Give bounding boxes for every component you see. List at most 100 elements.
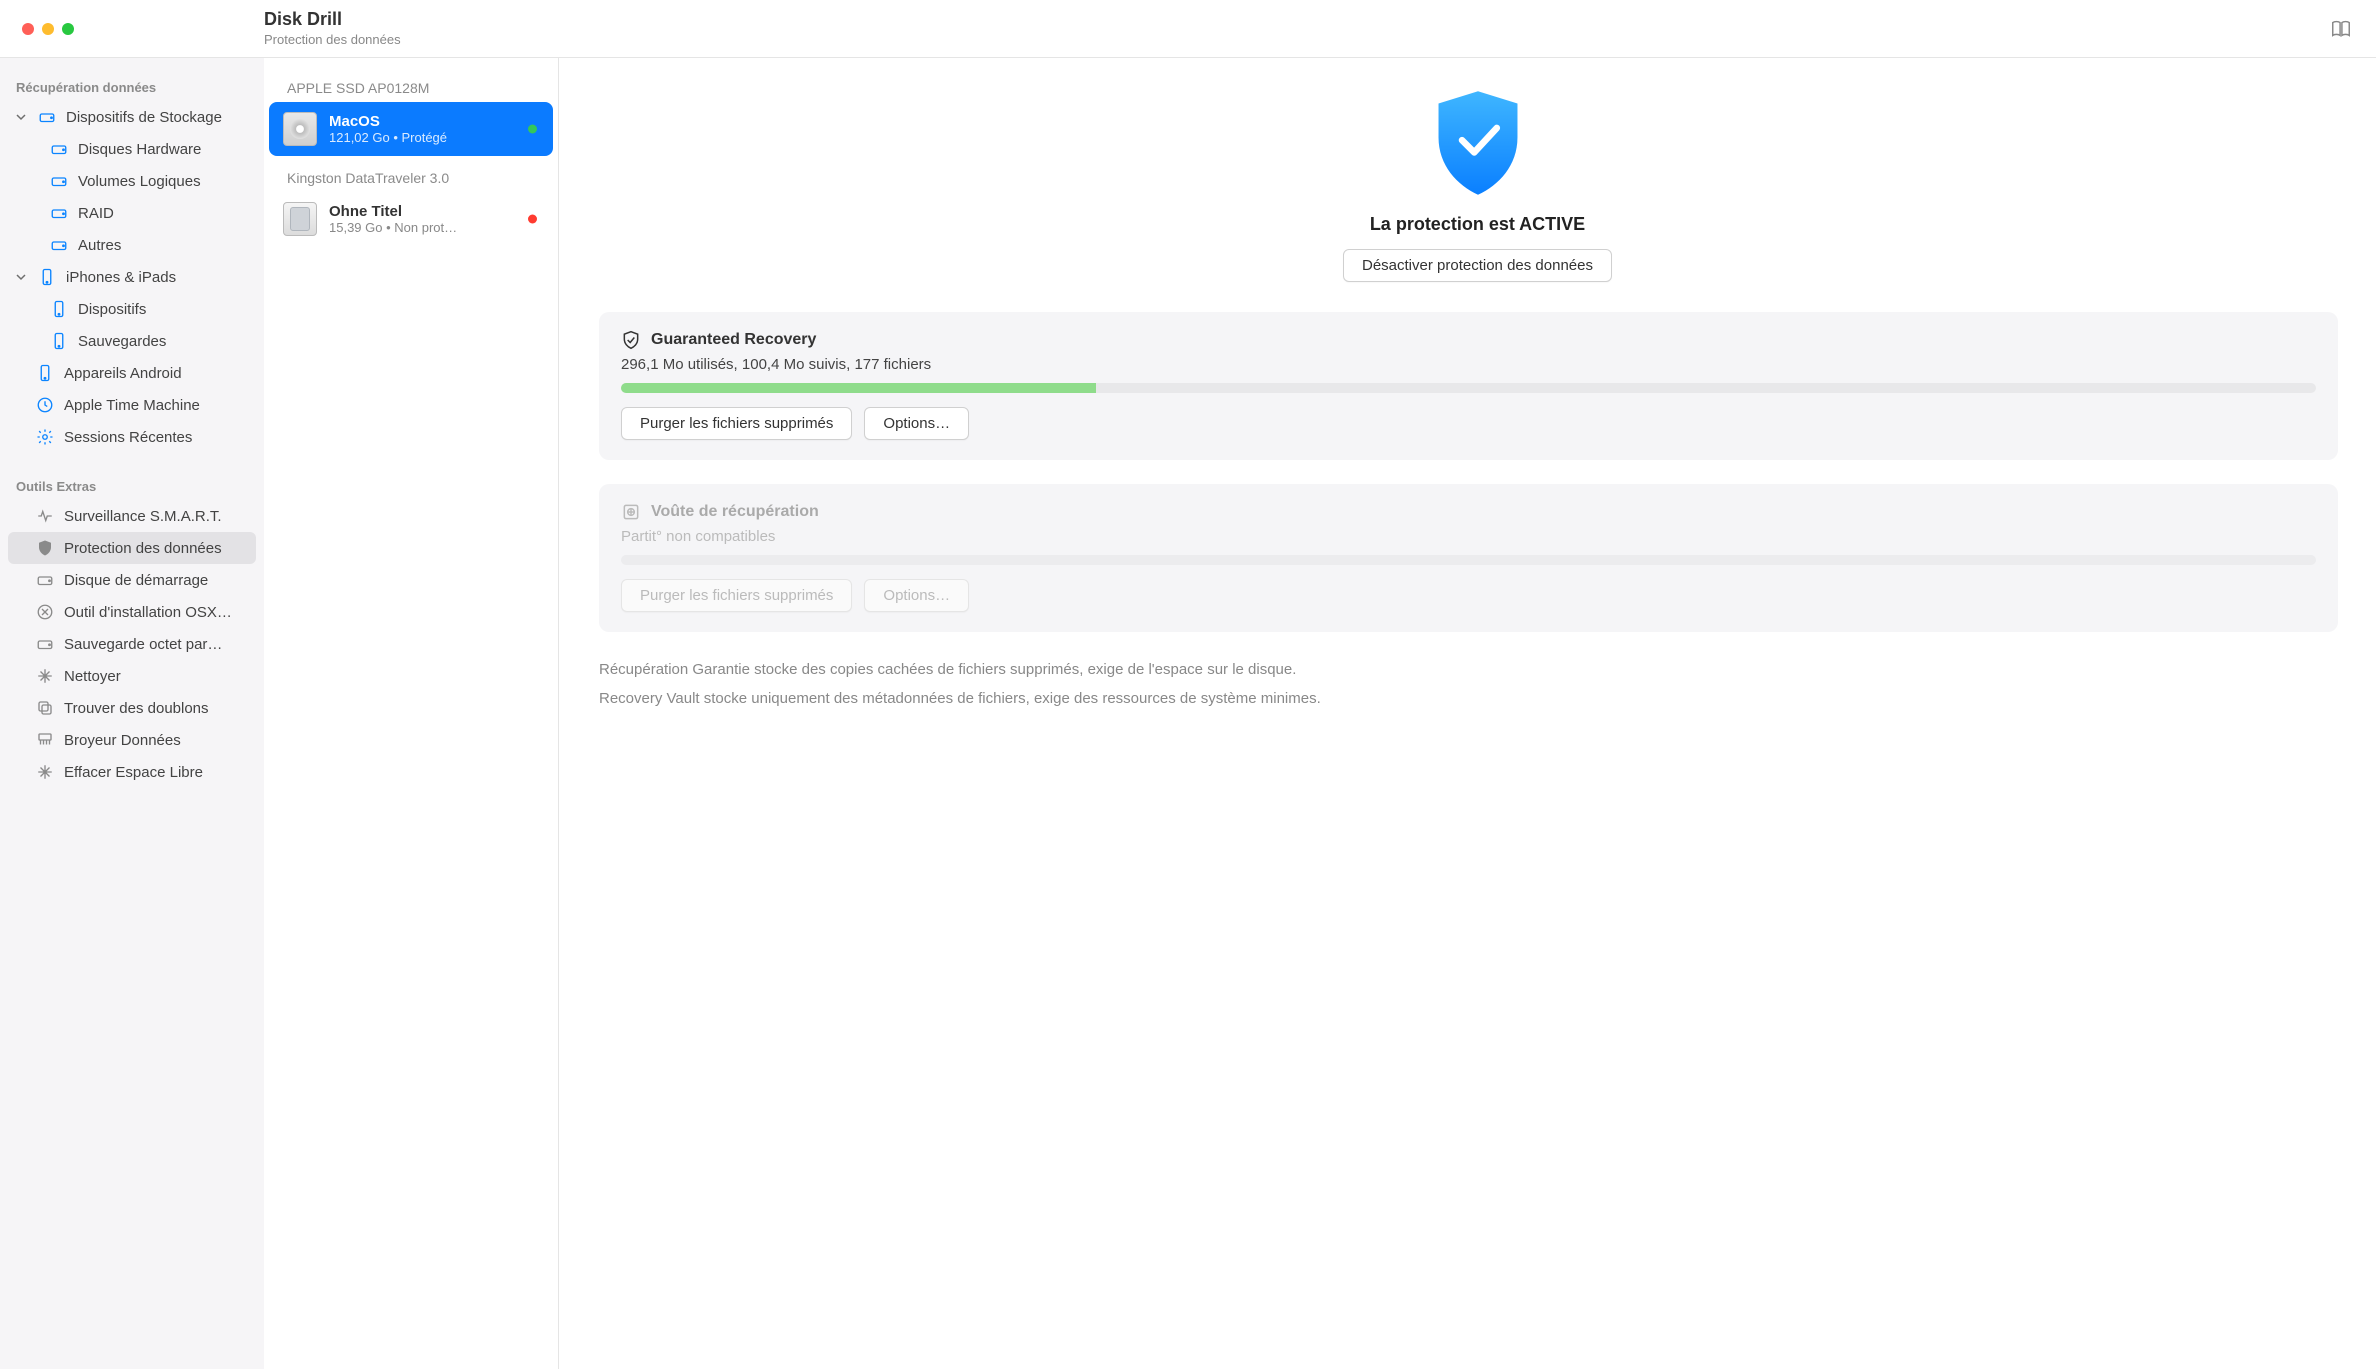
sidebar-item-label: Outil d'installation OSX… <box>64 604 246 621</box>
card-title: Guaranteed Recovery <box>651 331 816 349</box>
drive-name: Ohne Titel <box>329 203 457 220</box>
sidebar-item-label: Dispositifs <box>78 301 246 318</box>
sidebar-item-label: Apple Time Machine <box>64 397 246 414</box>
clock-icon <box>36 396 54 414</box>
drive-group-header: Kingston DataTraveler 3.0 <box>269 162 553 192</box>
drive-item-macos[interactable]: MacOS 121,02 Go • Protégé <box>269 102 553 156</box>
footer-line-1: Récupération Garantie stocke des copies … <box>599 656 2338 685</box>
sidebar-item-osx-installer[interactable]: Outil d'installation OSX… <box>8 596 256 628</box>
drive-icon <box>38 108 56 126</box>
drive-icon <box>50 236 68 254</box>
sidebar-item-hardware-disks[interactable]: Disques Hardware <box>8 133 256 165</box>
drive-subtitle: 15,39 Go • Non prot… <box>329 220 457 235</box>
sidebar-item-time-machine[interactable]: Apple Time Machine <box>8 389 256 421</box>
purge-deleted-files-button-disabled: Purger les fichiers supprimés <box>621 579 852 612</box>
sidebar-item-label: iPhones & iPads <box>66 269 246 286</box>
shield-outline-icon <box>621 330 641 350</box>
sparkle-icon <box>36 667 54 685</box>
sidebar-item-backups[interactable]: Sauvegardes <box>8 325 256 357</box>
sidebar-item-label: Nettoyer <box>64 668 246 685</box>
title-block: Disk Drill Protection des données <box>264 10 401 47</box>
app-title: Disk Drill <box>264 10 401 30</box>
sidebar-item-data-protection[interactable]: Protection des données <box>8 532 256 564</box>
sidebar-item-label: Sauvegarde octet par… <box>64 636 246 653</box>
sidebar-item-label: Surveillance S.M.A.R.T. <box>64 508 246 525</box>
sidebar-item-label: Sauvegardes <box>78 333 246 350</box>
phone-icon <box>38 268 56 286</box>
options-button-disabled: Options… <box>864 579 969 612</box>
help-button[interactable] <box>2330 18 2376 40</box>
phone-icon <box>50 300 68 318</box>
x-circle-icon <box>36 603 54 621</box>
protection-hero: La protection est ACTIVE Désactiver prot… <box>599 88 2356 282</box>
card-stats: Partit° non compatibles <box>621 528 2316 545</box>
heartbeat-icon <box>36 507 54 525</box>
sidebar-item-label: Broyeur Données <box>64 732 246 749</box>
phone-icon <box>36 364 54 382</box>
footer-note: Récupération Garantie stocke des copies … <box>599 656 2338 713</box>
shield-check-icon <box>1431 88 1525 198</box>
sidebar-item-label: Volumes Logiques <box>78 173 246 190</box>
gear-icon <box>36 428 54 446</box>
sidebar-item-byte-backup[interactable]: Sauvegarde octet par… <box>8 628 256 660</box>
sidebar-item-logical-volumes[interactable]: Volumes Logiques <box>8 165 256 197</box>
drive-name: MacOS <box>329 113 447 130</box>
purge-deleted-files-button[interactable]: Purger les fichiers supprimés <box>621 407 852 440</box>
sidebar-item-label: Dispositifs de Stockage <box>66 109 246 126</box>
sidebar-item-shredder[interactable]: Broyeur Données <box>8 724 256 756</box>
sidebar-item-raid[interactable]: RAID <box>8 197 256 229</box>
sidebar: Récupération données Dispositifs de Stoc… <box>0 58 264 1369</box>
titlebar: Disk Drill Protection des données <box>0 0 2376 58</box>
sidebar-item-devices[interactable]: Dispositifs <box>8 293 256 325</box>
status-dot-protected <box>528 125 537 134</box>
drive-icon <box>36 635 54 653</box>
sidebar-item-label: Sessions Récentes <box>64 429 246 446</box>
sidebar-section-recovery: Récupération données <box>8 72 256 101</box>
sidebar-item-storage-devices[interactable]: Dispositifs de Stockage <box>8 101 256 133</box>
drive-subtitle: 121,02 Go • Protégé <box>329 130 447 145</box>
sidebar-item-label: Disques Hardware <box>78 141 246 158</box>
sidebar-item-label: Autres <box>78 237 246 254</box>
sidebar-item-label: Effacer Espace Libre <box>64 764 246 781</box>
sidebar-item-other[interactable]: Autres <box>8 229 256 261</box>
sidebar-item-label: Trouver des doublons <box>64 700 246 717</box>
vault-icon <box>621 502 641 522</box>
guaranteed-recovery-card: Guaranteed Recovery 296,1 Mo utilisés, 1… <box>599 312 2338 460</box>
protection-status-title: La protection est ACTIVE <box>599 214 2356 235</box>
drive-icon <box>36 571 54 589</box>
drive-icon <box>50 204 68 222</box>
sidebar-section-tools: Outils Extras <box>8 471 256 500</box>
shredder-icon <box>36 731 54 749</box>
zoom-window-button[interactable] <box>62 23 74 35</box>
shield-icon <box>36 539 54 557</box>
external-disk-icon <box>283 202 317 236</box>
sidebar-item-duplicates[interactable]: Trouver des doublons <box>8 692 256 724</box>
drive-icon <box>50 172 68 190</box>
storage-progress-bar <box>621 555 2316 565</box>
close-window-button[interactable] <box>22 23 34 35</box>
storage-progress-bar <box>621 383 2316 393</box>
sidebar-item-free-space[interactable]: Effacer Espace Libre <box>8 756 256 788</box>
sidebar-item-recent-sessions[interactable]: Sessions Récentes <box>8 421 256 453</box>
sidebar-item-smart[interactable]: Surveillance S.M.A.R.T. <box>8 500 256 532</box>
window-controls <box>0 23 264 35</box>
sidebar-item-nettoyer[interactable]: Nettoyer <box>8 660 256 692</box>
card-stats: 296,1 Mo utilisés, 100,4 Mo suivis, 177 … <box>621 356 2316 373</box>
content-pane: La protection est ACTIVE Désactiver prot… <box>559 58 2376 1369</box>
options-button[interactable]: Options… <box>864 407 969 440</box>
drive-group-header: APPLE SSD AP0128M <box>269 72 553 102</box>
sidebar-item-label: Protection des données <box>64 540 246 557</box>
progress-fill <box>621 383 1096 393</box>
minimize-window-button[interactable] <box>42 23 54 35</box>
drive-item-ohne-titel[interactable]: Ohne Titel 15,39 Go • Non prot… <box>269 192 553 246</box>
sidebar-item-boot-disk[interactable]: Disque de démarrage <box>8 564 256 596</box>
sidebar-item-iphones-ipads[interactable]: iPhones & iPads <box>8 261 256 293</box>
app-subtitle: Protection des données <box>264 32 401 47</box>
copy-icon <box>36 699 54 717</box>
sidebar-item-android[interactable]: Appareils Android <box>8 357 256 389</box>
drive-icon <box>50 140 68 158</box>
recovery-vault-card: Voûte de récupération Partit° non compat… <box>599 484 2338 632</box>
status-dot-unprotected <box>528 215 537 224</box>
sidebar-item-label: Appareils Android <box>64 365 246 382</box>
deactivate-protection-button[interactable]: Désactiver protection des données <box>1343 249 1612 282</box>
